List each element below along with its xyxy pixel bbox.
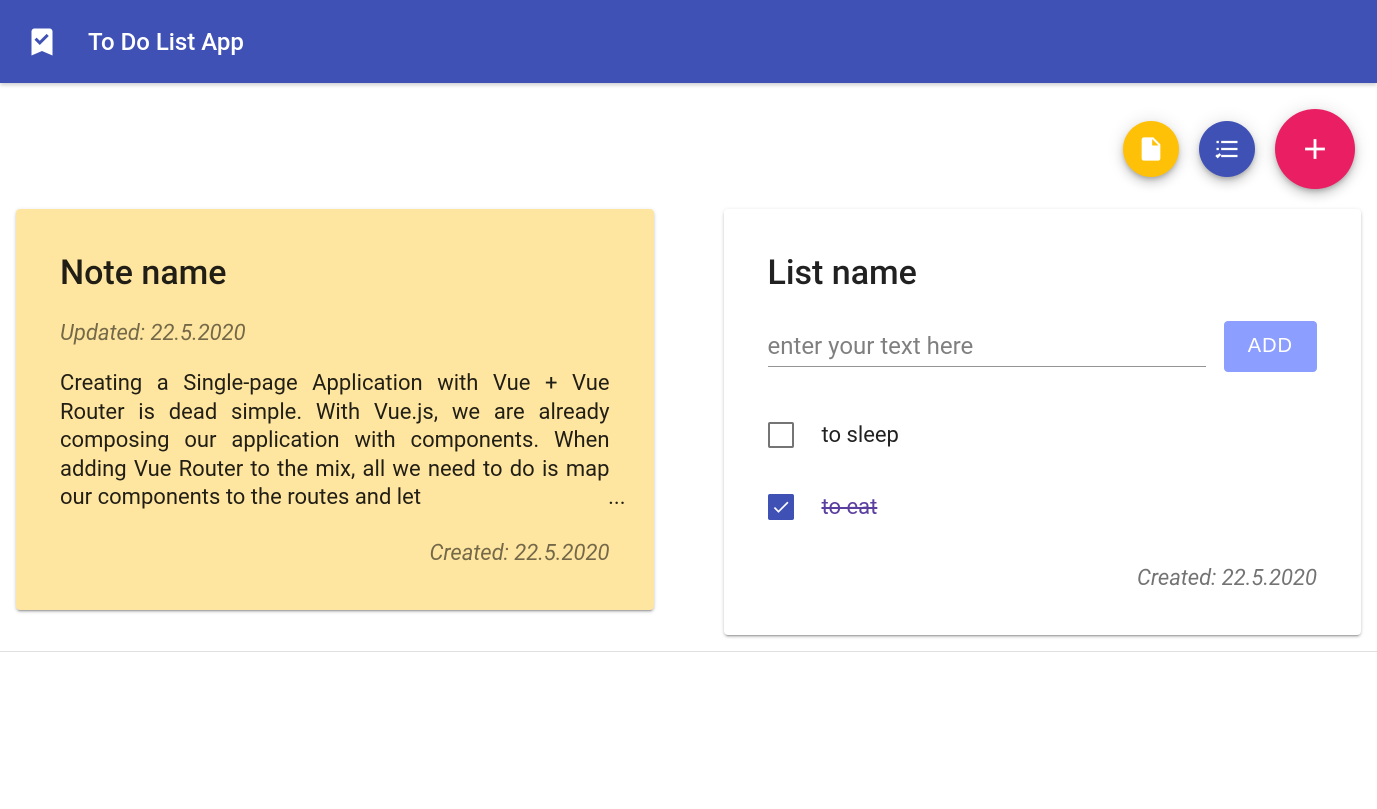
list-item-label: to sleep: [822, 423, 899, 448]
check-icon: [771, 497, 791, 517]
new-note-button[interactable]: [1123, 121, 1179, 177]
checkbox-unchecked-icon[interactable]: [768, 422, 794, 448]
list-text-input[interactable]: [768, 326, 1206, 367]
note-card[interactable]: Note name Updated: 22.5.2020 Creating a …: [16, 209, 654, 610]
note-body-text: Creating a Single-page Application with …: [60, 371, 610, 510]
list-add-button[interactable]: ADD: [1224, 321, 1317, 372]
add-button[interactable]: [1275, 109, 1355, 189]
fab-row: [16, 99, 1361, 209]
list-item-label: to eat: [822, 495, 878, 520]
checkbox-checked-icon[interactable]: [768, 494, 794, 520]
note-ellipsis: ...: [608, 484, 625, 513]
app-bar: To Do List App: [0, 0, 1377, 83]
app-logo-icon: [24, 22, 60, 62]
note-title: Note name: [60, 253, 610, 293]
list-item: to sleep: [768, 422, 1318, 448]
plus-icon: [1298, 132, 1332, 166]
note-body: Creating a Single-page Application with …: [60, 370, 610, 513]
cards-row: Note name Updated: 22.5.2020 Creating a …: [16, 209, 1361, 635]
list-title: List name: [768, 253, 1318, 293]
list-created: Created: 22.5.2020: [768, 566, 1318, 591]
file-icon: [1137, 135, 1165, 163]
checklist-icon: [1213, 135, 1241, 163]
app-title: To Do List App: [88, 28, 244, 56]
main-content: Note name Updated: 22.5.2020 Creating a …: [0, 83, 1377, 652]
new-list-button[interactable]: [1199, 121, 1255, 177]
list-item: to eat: [768, 494, 1318, 520]
note-updated: Updated: 22.5.2020: [60, 321, 610, 346]
note-created: Created: 22.5.2020: [60, 541, 610, 566]
list-card[interactable]: List name ADD to sleep to eat Created: 2…: [724, 209, 1362, 635]
list-input-row: ADD: [768, 321, 1318, 372]
